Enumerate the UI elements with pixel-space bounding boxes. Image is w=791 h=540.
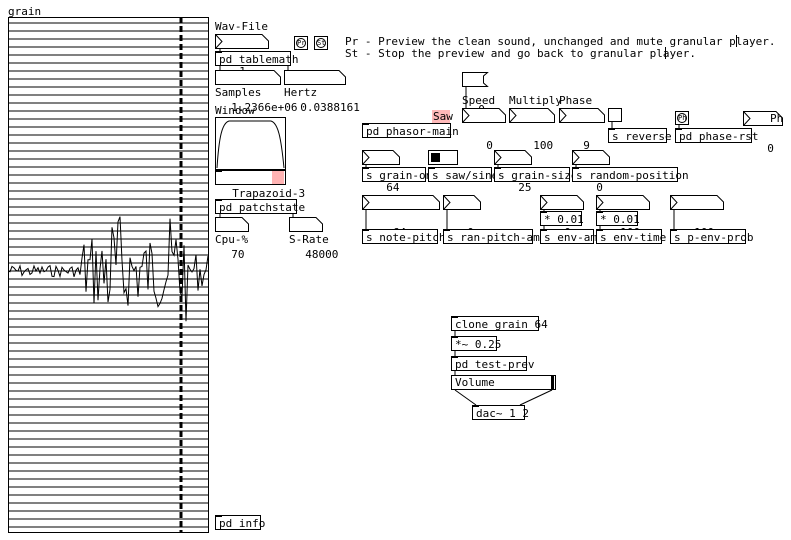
hertz-number[interactable]: 0.0388161 <box>284 70 360 114</box>
cpu-number[interactable]: 70 <box>215 217 249 261</box>
wavfile-label: Wav-File <box>215 20 268 33</box>
ran-pitch-send[interactable]: s ran-pitch-am <box>443 229 540 244</box>
env-am-multiply[interactable]: * 0.01 <box>540 211 584 226</box>
random-position-send[interactable]: s random-position <box>572 167 689 182</box>
saw-label: Saw <box>433 110 453 123</box>
wavfile-number[interactable]: 1 <box>215 34 269 78</box>
phase-number[interactable]: 9 <box>559 108 605 152</box>
env-time-multiply[interactable]: * 0.01 <box>596 211 640 226</box>
patchstate-object[interactable]: pd patchstate <box>215 199 305 214</box>
help-stop-comment: St - Stop the preview and go back to gra… <box>345 47 696 60</box>
info-object[interactable]: pd info <box>215 515 265 530</box>
speed-number[interactable]: 0 <box>462 108 506 152</box>
volume-knob <box>551 376 554 389</box>
comment-edge <box>665 47 666 59</box>
phase-reset-bang[interactable]: Ph <box>675 111 689 125</box>
srate-label: S-Rate <box>289 233 329 246</box>
phasor-main-object[interactable]: pd phasor-main <box>362 123 459 138</box>
clone-grain-object[interactable]: clone grain 64 <box>451 316 548 331</box>
cpu-label: Cpu-% <box>215 233 249 246</box>
note-pitch-send[interactable]: s note-pitch <box>362 229 445 244</box>
reverse-send[interactable]: s reverse <box>608 128 672 143</box>
volume-slider[interactable]: Volume <box>451 375 556 390</box>
grain-graph[interactable] <box>8 17 209 533</box>
grain-size-send[interactable]: s grain-size <box>494 167 577 182</box>
saw-sine-send[interactable]: s saw/sine <box>428 167 498 182</box>
samples-number[interactable]: 1.2366e+06 <box>215 70 297 114</box>
multiply-signal-object[interactable]: *~ 0.25 <box>451 336 501 351</box>
srate-number[interactable]: 48000 <box>289 217 338 261</box>
speed-label: Speed <box>462 94 496 107</box>
phase-label: Phase <box>559 94 593 107</box>
multiply-label: Multiply <box>509 94 562 107</box>
stop-bang[interactable]: St <box>314 36 328 50</box>
p-env-prob-send[interactable]: s p-env-prob <box>670 229 753 244</box>
waveform-plot <box>8 216 209 322</box>
reverse-toggle[interactable] <box>608 108 622 122</box>
env-time-number[interactable]: 100 <box>596 195 650 239</box>
window-highlight <box>272 171 284 184</box>
p-env-prob-number[interactable]: 100 <box>670 195 724 239</box>
dac-object[interactable]: dac~ 1 2 <box>472 405 529 420</box>
phasor-message[interactable]: 0 <box>462 72 489 116</box>
ph-label: Ph <box>770 112 784 125</box>
grain-size-number[interactable]: 25 <box>494 150 532 194</box>
env-am-send[interactable]: s env-am <box>540 229 597 244</box>
note-pitch-number[interactable]: -64 <box>362 195 440 239</box>
hertz-label: Hertz <box>284 86 318 99</box>
saw-sine-toggle[interactable] <box>428 150 458 165</box>
window-shape-graph[interactable] <box>215 117 286 170</box>
samples-label: Samples <box>215 86 262 99</box>
test-prev-object[interactable]: pd test-prev <box>451 356 534 371</box>
env-am-number[interactable]: 0 <box>540 195 584 239</box>
multiply-number[interactable]: 100 <box>509 108 555 152</box>
random-position-number[interactable]: 0 <box>572 150 610 194</box>
window-label: Window <box>215 104 255 117</box>
grain-on-send[interactable]: s grain-on <box>362 167 432 182</box>
tablemath-object[interactable]: pd tablemath <box>215 51 298 66</box>
grain-on-number[interactable]: 64 <box>362 150 400 194</box>
env-time-send[interactable]: s env-time <box>596 229 666 244</box>
ran-pitch-number[interactable]: 0 <box>443 195 481 239</box>
preview-bang[interactable]: Pr <box>294 36 308 50</box>
comment-edge <box>736 35 737 47</box>
phase-rst-object[interactable]: pd phase-rst <box>675 128 758 143</box>
volume-label: Volume <box>455 376 495 389</box>
